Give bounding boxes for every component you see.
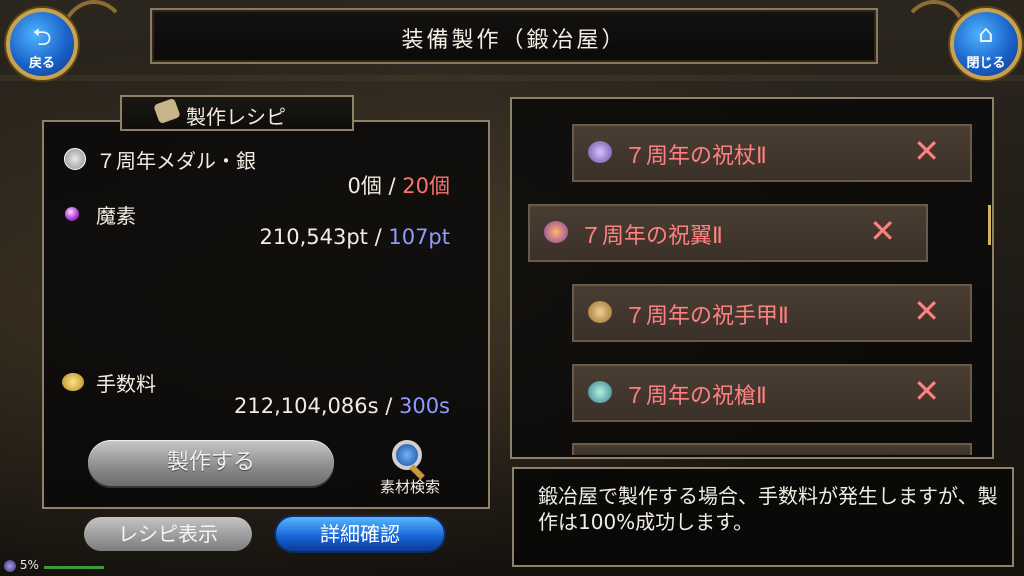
silver-medal-icon bbox=[64, 148, 86, 170]
recipe-heading: 製作レシピ bbox=[186, 105, 286, 129]
title-bar: 装備製作（鍛冶屋） bbox=[150, 8, 878, 64]
make-button-label: 製作する bbox=[166, 450, 255, 475]
material-search-button[interactable]: 素材検索 bbox=[368, 438, 452, 498]
status-bar bbox=[44, 566, 104, 569]
background-shelf bbox=[0, 75, 1024, 81]
list-scrollbar[interactable] bbox=[988, 205, 991, 245]
material-amount-mana: 210,543pt / 107pt bbox=[260, 225, 451, 249]
material-amount-medal: 0個 / 20個 bbox=[347, 170, 450, 200]
gauntlet-icon bbox=[588, 301, 612, 323]
item-name: ７周年の祝手甲Ⅱ bbox=[624, 304, 789, 329]
item-name: ７周年の祝槍Ⅱ bbox=[624, 384, 767, 409]
status-orb-icon bbox=[4, 559, 16, 572]
magnifier-icon bbox=[392, 440, 422, 470]
material-need-mana: 107pt bbox=[388, 225, 450, 249]
unavailable-mark-icon: ✕ bbox=[869, 212, 896, 250]
status-indicator: 5% bbox=[4, 558, 104, 572]
list-item-partial[interactable] bbox=[572, 443, 972, 455]
amount-separator: / bbox=[378, 394, 399, 418]
material-need-medal: 20個 bbox=[402, 174, 450, 198]
info-message-panel: 鍛冶屋で製作する場合、手数料が発生しますが、製作は100%成功します。 bbox=[512, 467, 1014, 567]
amount-separator: / bbox=[381, 174, 403, 198]
unavailable-mark-icon: ✕ bbox=[913, 372, 940, 410]
page-title: 装備製作（鍛冶屋） bbox=[401, 28, 627, 53]
close-label: 閉じる bbox=[966, 56, 1006, 71]
spear-icon bbox=[588, 381, 612, 403]
material-name-mana: 魔素 bbox=[96, 204, 136, 228]
coins-icon bbox=[62, 373, 84, 391]
battery-percent: 5% bbox=[19, 558, 39, 572]
back-button[interactable]: ⮌ 戻る bbox=[6, 8, 78, 80]
unavailable-mark-icon: ✕ bbox=[913, 292, 940, 330]
list-item[interactable]: ７周年の祝杖Ⅱ ✕ bbox=[572, 124, 972, 182]
material-have-mana: 210,543pt bbox=[259, 225, 368, 249]
list-item[interactable]: ７周年の祝手甲Ⅱ ✕ bbox=[572, 284, 972, 342]
fee-name: 手数料 bbox=[96, 372, 156, 396]
list-item[interactable]: ７周年の祝槍Ⅱ ✕ bbox=[572, 364, 972, 422]
info-message: 鍛冶屋で製作する場合、手数料が発生しますが、製作は100%成功します。 bbox=[538, 484, 998, 534]
list-item-selected[interactable]: ７周年の祝翼Ⅱ ✕ bbox=[528, 204, 928, 262]
fee-need: 300s bbox=[398, 394, 450, 418]
fee-amount: 212,104,086s / 300s bbox=[234, 394, 450, 418]
amount-separator: / bbox=[367, 225, 389, 249]
staff-icon bbox=[588, 141, 612, 163]
back-label: 戻る bbox=[28, 56, 55, 71]
item-name: ７周年の祝翼Ⅱ bbox=[580, 224, 723, 249]
material-name-medal: ７周年メダル・銀 bbox=[96, 149, 256, 173]
make-button[interactable]: 製作する bbox=[88, 440, 334, 486]
material-have-medal: 0個 bbox=[347, 174, 382, 198]
material-search-label: 素材検索 bbox=[379, 478, 440, 496]
fee-have: 212,104,086s bbox=[233, 394, 379, 418]
item-name: ７周年の祝杖Ⅱ bbox=[624, 144, 767, 169]
close-button[interactable]: ⌂ 閉じる bbox=[950, 8, 1022, 80]
show-recipe-button[interactable]: レシピ表示 bbox=[84, 517, 252, 551]
detail-button[interactable]: 詳細確認 bbox=[276, 517, 444, 551]
scroll-icon bbox=[153, 97, 181, 125]
home-icon: ⌂ bbox=[978, 20, 994, 48]
recipe-heading-box: 製作レシピ bbox=[120, 95, 354, 131]
wing-icon bbox=[544, 221, 568, 243]
unavailable-mark-icon: ✕ bbox=[913, 132, 940, 170]
mana-orb-icon bbox=[65, 207, 79, 221]
